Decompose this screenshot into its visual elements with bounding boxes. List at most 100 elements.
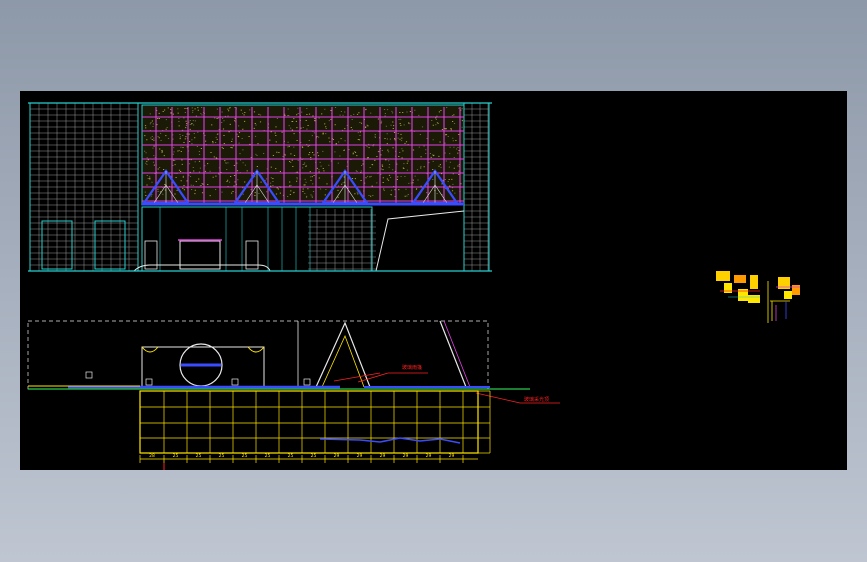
curtain-speckle xyxy=(215,142,217,143)
curtain-speckle xyxy=(457,165,459,167)
curtain-speckle xyxy=(153,155,155,157)
curtain-speckle xyxy=(432,124,434,126)
curtain-speckle xyxy=(291,129,293,131)
curtain-speckle xyxy=(212,176,214,178)
dimension-label: 25 xyxy=(196,453,202,459)
curtain-speckle xyxy=(146,139,148,141)
curtain-speckle xyxy=(452,183,454,185)
curtain-wall xyxy=(141,104,465,206)
curtain-speckle xyxy=(287,146,289,148)
curtain-speckle xyxy=(164,184,166,185)
curtain-speckle xyxy=(295,120,297,122)
curtain-speckle xyxy=(231,141,233,142)
cad-drawing-canvas[interactable]: 玻璃雨篷 玻璃采光顶 28 25 25 25 25 25 25 25 29 29 29 29 29 29 xyxy=(20,91,847,470)
curtain-speckle xyxy=(439,141,441,143)
curtain-speckle xyxy=(389,177,392,178)
curtain-speckle xyxy=(182,147,184,148)
curtain-speckle xyxy=(425,153,427,154)
curtain-speckle xyxy=(146,160,148,162)
curtain-speckle xyxy=(324,194,326,196)
curtain-speckle xyxy=(387,179,390,181)
left-wall-grid xyxy=(30,103,138,271)
curtain-speckle xyxy=(277,188,279,190)
curtain-speckle xyxy=(287,141,289,143)
curtain-speckle xyxy=(157,118,159,119)
curtain-speckle xyxy=(185,120,187,122)
curtain-speckle xyxy=(255,153,257,155)
detail-block-c xyxy=(734,275,746,283)
curtain-speckle xyxy=(394,138,396,139)
curtain-speckle xyxy=(207,163,209,165)
curtain-speckle xyxy=(388,160,390,162)
curtain-speckle xyxy=(317,155,320,157)
curtain-speckle xyxy=(360,170,362,172)
curtain-speckle xyxy=(423,166,425,168)
curtain-speckle xyxy=(337,185,340,187)
curtain-speckle xyxy=(318,117,320,119)
curtain-speckle xyxy=(438,155,440,157)
curtain-speckle xyxy=(387,149,389,151)
curtain-speckle xyxy=(272,178,274,179)
annotation-glass-skylight: 玻璃采光顶 xyxy=(524,396,549,403)
curtain-speckle xyxy=(242,187,244,189)
curtain-speckle xyxy=(401,137,403,139)
curtain-speckle xyxy=(279,192,281,194)
curtain-speckle xyxy=(325,189,327,190)
curtain-speckle xyxy=(344,111,346,113)
curtain-speckle xyxy=(191,123,193,125)
curtain-speckle xyxy=(149,176,151,178)
curtain-speckle xyxy=(449,161,451,163)
dimension-label: 25 xyxy=(173,453,179,459)
curtain-speckle xyxy=(344,140,346,142)
annotation-glass-canopy: 玻璃雨篷 xyxy=(402,364,422,371)
curtain-speckle xyxy=(176,189,178,191)
curtain-speckle xyxy=(406,162,408,164)
curtain-speckle xyxy=(218,173,220,175)
curtain-speckle xyxy=(308,113,311,115)
curtain-speckle xyxy=(293,146,295,148)
curtain-speckle xyxy=(386,109,389,111)
curtain-speckle xyxy=(322,168,324,169)
curtain-speckle xyxy=(164,109,166,111)
curtain-speckle xyxy=(144,191,146,193)
curtain-speckle xyxy=(234,181,236,183)
curtain-speckle xyxy=(185,136,187,138)
curtain-speckle xyxy=(334,107,337,108)
curtain-speckle xyxy=(304,193,306,194)
curtain-speckle xyxy=(151,136,153,137)
curtain-speckle xyxy=(224,160,226,162)
curtain-speckle xyxy=(209,195,211,197)
curtain-speckle xyxy=(357,132,359,134)
curtain-speckle xyxy=(275,193,278,195)
curtain-speckle xyxy=(368,147,370,149)
curtain-speckle xyxy=(313,132,315,134)
curtain-speckle xyxy=(159,167,161,168)
curtain-speckle xyxy=(461,120,463,122)
curtain-speckle xyxy=(348,149,350,151)
curtain-speckle xyxy=(178,150,180,151)
detail-cluster xyxy=(716,271,800,323)
curtain-speckle xyxy=(238,125,240,127)
curtain-speckle xyxy=(275,141,277,143)
curtain-speckle xyxy=(244,181,246,183)
curtain-speckle xyxy=(260,181,262,183)
curtain-speckle xyxy=(150,137,152,139)
curtain-speckle xyxy=(423,145,425,147)
curtain-speckle xyxy=(392,147,394,149)
curtain-speckle xyxy=(302,146,304,148)
curtain-speckle xyxy=(398,156,400,157)
curtain-speckle xyxy=(157,188,159,190)
detail-block-a xyxy=(716,271,730,281)
curtain-speckle xyxy=(374,135,376,137)
curtain-speckle xyxy=(270,131,272,133)
curtain-speckle xyxy=(158,118,160,119)
curtain-speckle xyxy=(149,113,151,115)
curtain-speckle xyxy=(439,164,441,166)
curtain-speckle xyxy=(275,168,277,170)
curtain-speckle xyxy=(192,110,194,111)
curtain-speckle xyxy=(377,150,379,152)
curtain-speckle xyxy=(399,112,401,113)
curtain-speckle xyxy=(313,175,315,176)
curtain-speckle xyxy=(201,114,203,116)
curtain-speckle xyxy=(188,174,190,176)
